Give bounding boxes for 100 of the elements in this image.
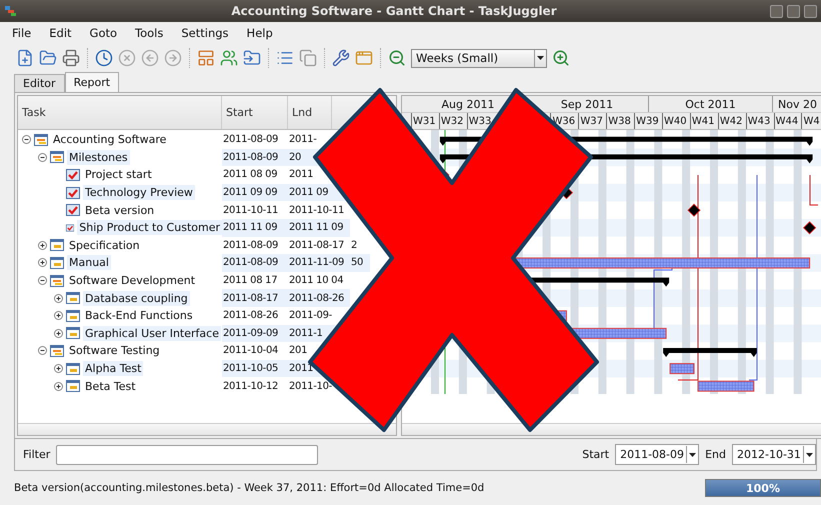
start-date-cell: 2011-08-17 <box>222 289 288 307</box>
start-date-cell: 2011-08-09 <box>222 148 288 166</box>
zoom-out-icon[interactable] <box>388 49 406 67</box>
task-name[interactable]: Graphical User Interface <box>83 326 221 341</box>
document-icon[interactable] <box>16 49 34 67</box>
start-date-cell: 2011-09-09 <box>222 324 288 342</box>
task-name[interactable]: Specification <box>67 238 142 253</box>
milestone-diamond <box>803 221 816 234</box>
printer-icon[interactable] <box>62 49 80 67</box>
expand-icon[interactable] <box>54 294 63 303</box>
maximize-button[interactable] <box>787 4 800 18</box>
task-name[interactable]: Beta Test <box>83 378 138 394</box>
task-name[interactable]: Database coupling <box>83 290 190 306</box>
tab[interactable]: Report <box>64 72 120 92</box>
collapse-icon[interactable] <box>38 346 47 356</box>
chart-window-icon[interactable] <box>197 49 215 67</box>
task-name[interactable]: Accounting Software <box>51 132 168 148</box>
task-name[interactable]: Technology Preview <box>83 185 195 200</box>
pages-icon[interactable] <box>299 49 317 67</box>
task-name[interactable]: Beta version <box>83 202 156 218</box>
menu-item[interactable]: File <box>10 25 34 41</box>
week-header: W39 <box>634 113 662 129</box>
task-name[interactable]: Ship Product to Customer <box>77 220 222 236</box>
task-group-icon <box>34 134 48 146</box>
menu-item[interactable]: Settings <box>179 25 231 41</box>
task-icon <box>66 380 80 392</box>
task-icon <box>50 239 64 252</box>
end-date-cell-text: 201 <box>288 344 308 358</box>
minimize-button[interactable] <box>770 4 783 18</box>
task-name[interactable]: Project start <box>83 167 154 182</box>
caret-icon <box>806 452 813 456</box>
filter-field[interactable] <box>56 444 318 464</box>
start-date-cell-text: 2011-10-11 <box>222 204 280 218</box>
window-icon[interactable] <box>355 49 373 67</box>
end-date-cell-text: 2011- <box>288 133 318 148</box>
end-date-field[interactable]: 2012-10-31 <box>732 444 816 465</box>
expand-icon[interactable] <box>54 311 63 320</box>
expand-icon[interactable] <box>54 382 63 391</box>
close-button[interactable] <box>804 4 817 18</box>
task-icon <box>66 292 80 304</box>
collapse-icon[interactable] <box>22 135 31 144</box>
expand-icon[interactable] <box>54 328 63 338</box>
caret-icon <box>689 452 696 456</box>
end-date-cell-text: 2011-10-11 <box>288 204 346 218</box>
task-name[interactable]: Milestones <box>67 150 130 165</box>
horizontal-scrollbar[interactable] <box>402 423 821 435</box>
start-date-cell-text: 2011 08 09 <box>222 168 278 182</box>
menu-item[interactable]: Goto <box>88 25 120 41</box>
start-date-cell-text: 2011-08-26 <box>222 309 280 324</box>
week-header: W42 <box>718 113 746 129</box>
task-bar <box>670 363 694 374</box>
folder-icon[interactable] <box>243 49 261 67</box>
zoom-dropdown[interactable]: Weeks (Small) <box>411 48 547 68</box>
tab[interactable]: Editor <box>14 74 65 92</box>
start-label: Start <box>582 448 610 461</box>
week-header: W41 <box>690 113 718 129</box>
expand-icon[interactable] <box>38 240 47 250</box>
end-date-cell: 2011-11-09 <box>288 254 350 272</box>
week-header: W43 <box>746 113 774 129</box>
collapse-icon[interactable] <box>38 152 47 162</box>
list-icon[interactable] <box>276 49 294 67</box>
horizontal-scrollbar[interactable] <box>18 423 396 435</box>
task-icon <box>66 362 80 375</box>
start-date-field[interactable]: 2011-08-09 <box>615 444 700 465</box>
menu-item[interactable]: Edit <box>47 25 74 41</box>
menu-item[interactable]: Tools <box>133 25 166 41</box>
users-icon[interactable] <box>220 49 238 67</box>
collapse-icon[interactable] <box>38 276 47 286</box>
start-date-cell-text: 2011 08 17 <box>222 274 278 288</box>
clock-icon[interactable] <box>95 49 113 67</box>
task-name[interactable]: Alpha Test <box>83 361 144 376</box>
start-date-cell: 2011-08-09 <box>222 254 288 272</box>
task-name[interactable]: Manual <box>67 255 111 270</box>
end-date-cell: 2011 11 09 <box>288 218 350 237</box>
expand-icon[interactable] <box>38 258 47 268</box>
zoom-in-icon[interactable] <box>552 49 570 67</box>
column-header[interactable]: Task <box>18 96 222 129</box>
menu-item[interactable]: Help <box>244 25 275 41</box>
end-date-cell: 2011-08-26 <box>288 289 350 307</box>
task-name[interactable]: Software Testing <box>67 343 162 358</box>
task-icon <box>66 310 80 322</box>
wrench-icon[interactable] <box>332 49 350 67</box>
task-group-icon <box>50 151 64 164</box>
expand-icon[interactable] <box>54 364 63 374</box>
milestone-check-icon <box>66 222 74 234</box>
week-header: W38 <box>606 113 634 129</box>
end-label: End <box>705 448 726 461</box>
start-date-cell-text: 2011-10-12 <box>222 380 280 394</box>
caret-icon <box>537 56 544 60</box>
start-date-cell-text: 2011-10-04 <box>222 344 280 358</box>
folder-icon[interactable] <box>39 49 57 67</box>
column-header[interactable]: Start <box>222 96 288 129</box>
milestone-check-icon <box>66 186 80 199</box>
column-header[interactable]: Lnd <box>288 96 332 129</box>
end-date-cell-text: 2011 <box>288 168 314 182</box>
task-name[interactable]: Back-End Functions <box>83 308 195 324</box>
task-icon <box>50 256 64 269</box>
end-date-cell-text: 2011-08-17 <box>288 238 346 253</box>
milestone-diamond <box>687 204 701 217</box>
task-name[interactable]: Software Development <box>67 273 198 288</box>
